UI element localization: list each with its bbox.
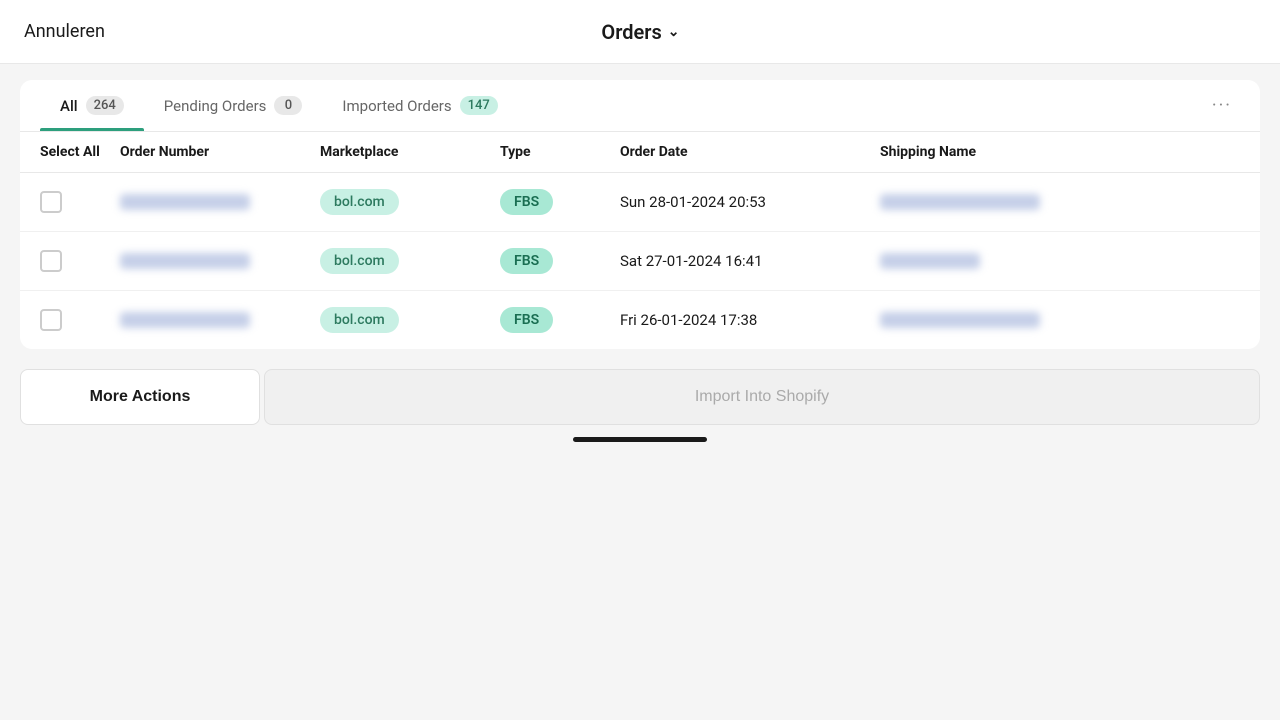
row3-shipping-name bbox=[880, 312, 1240, 328]
top-nav: Annuleren Orders ⌄ bbox=[0, 0, 1280, 64]
row1-marketplace: bol.com bbox=[320, 189, 500, 215]
table-row: bol.com FBS Fri 26-01-2024 17:38 bbox=[20, 291, 1260, 349]
col-order-date: Order Date bbox=[620, 144, 880, 160]
home-indicator bbox=[573, 437, 707, 442]
row1-order-number bbox=[120, 194, 320, 210]
tab-imported[interactable]: Imported Orders 147 bbox=[322, 80, 517, 131]
chevron-down-icon: ⌄ bbox=[668, 24, 680, 40]
row2-checkbox[interactable] bbox=[40, 250, 120, 272]
row1-checkbox[interactable] bbox=[40, 191, 120, 213]
tabs-bar: All 264 Pending Orders 0 Imported Orders… bbox=[20, 80, 1260, 132]
table-row: bol.com FBS Sat 27-01-2024 16:41 bbox=[20, 232, 1260, 291]
tabs-more-icon[interactable]: ··· bbox=[1204, 87, 1240, 124]
tab-pending-badge: 0 bbox=[274, 96, 302, 115]
col-type: Type bbox=[500, 144, 620, 160]
row1-type: FBS bbox=[500, 189, 620, 215]
bottom-actions: More Actions Import Into Shopify bbox=[20, 369, 1260, 425]
main-content: All 264 Pending Orders 0 Imported Orders… bbox=[0, 64, 1280, 720]
col-order-number: Order Number bbox=[120, 144, 320, 160]
col-select-all[interactable]: Select All bbox=[40, 144, 120, 160]
row2-type: FBS bbox=[500, 248, 620, 274]
orders-title-text: Orders bbox=[601, 20, 661, 44]
bottom-indicator bbox=[20, 425, 1260, 446]
row3-marketplace: bol.com bbox=[320, 307, 500, 333]
row1-shipping-name bbox=[880, 194, 1240, 210]
tab-imported-label: Imported Orders bbox=[342, 97, 451, 115]
cancel-button[interactable]: Annuleren bbox=[24, 21, 105, 42]
row3-checkbox[interactable] bbox=[40, 309, 120, 331]
col-marketplace: Marketplace bbox=[320, 144, 500, 160]
import-shopify-button: Import Into Shopify bbox=[264, 369, 1260, 425]
row2-shipping-name bbox=[880, 253, 1240, 269]
orders-card: All 264 Pending Orders 0 Imported Orders… bbox=[20, 80, 1260, 349]
row2-marketplace: bol.com bbox=[320, 248, 500, 274]
row3-order-number bbox=[120, 312, 320, 328]
tab-all-label: All bbox=[60, 97, 78, 115]
row3-type: FBS bbox=[500, 307, 620, 333]
orders-title[interactable]: Orders ⌄ bbox=[601, 20, 679, 44]
tab-all-badge: 264 bbox=[86, 96, 124, 115]
orders-table: bol.com FBS Sun 28-01-2024 20:53 bbox=[20, 173, 1260, 349]
col-shipping-name: Shipping Name bbox=[880, 144, 1240, 160]
more-actions-button[interactable]: More Actions bbox=[20, 369, 260, 425]
table-header: Select All Order Number Marketplace Type… bbox=[20, 132, 1260, 173]
row2-order-date: Sat 27-01-2024 16:41 bbox=[620, 252, 880, 270]
row1-order-date: Sun 28-01-2024 20:53 bbox=[620, 193, 880, 211]
tab-imported-badge: 147 bbox=[460, 96, 498, 115]
tab-all[interactable]: All 264 bbox=[40, 80, 144, 131]
tab-pending[interactable]: Pending Orders 0 bbox=[144, 80, 323, 131]
row3-order-date: Fri 26-01-2024 17:38 bbox=[620, 311, 880, 329]
row2-order-number bbox=[120, 253, 320, 269]
table-row: bol.com FBS Sun 28-01-2024 20:53 bbox=[20, 173, 1260, 232]
tab-pending-label: Pending Orders bbox=[164, 97, 267, 115]
